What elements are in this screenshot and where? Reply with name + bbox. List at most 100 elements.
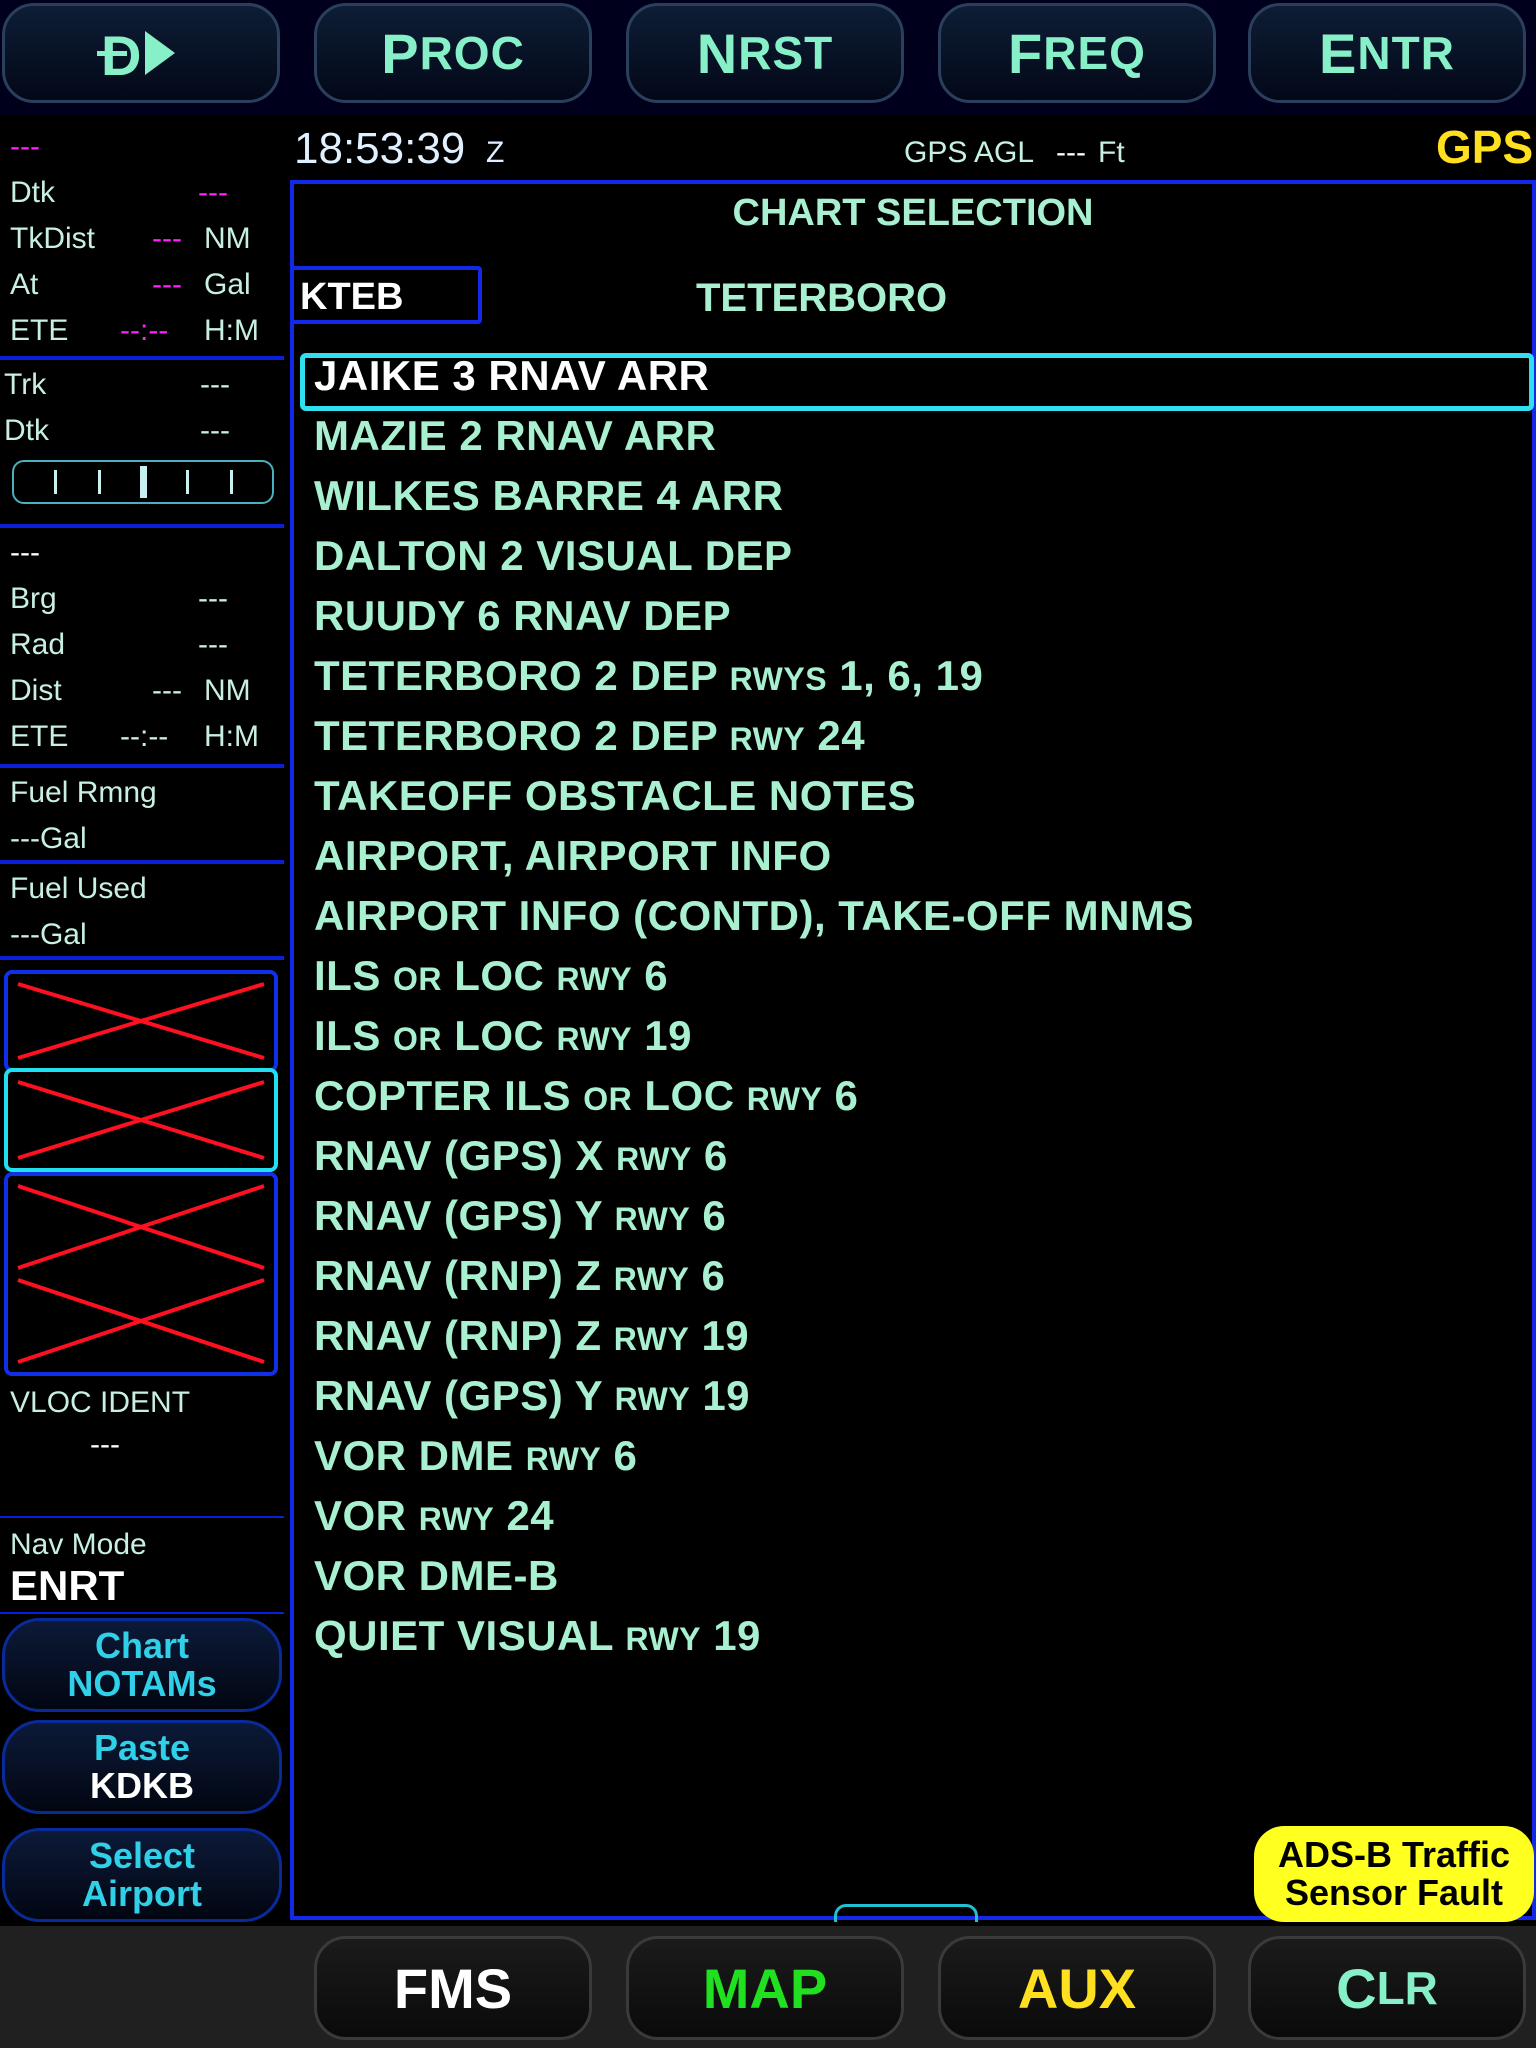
proc-button[interactable]: P ROC <box>314 3 592 103</box>
chart-list-item[interactable]: WILKES BARRE 4 ARR <box>314 472 783 520</box>
dist-unit: NM <box>204 674 251 707</box>
chart-item-main: WILKES BARRE 4 ARR <box>314 472 784 519</box>
chart-list-item[interactable]: AIRPORT, AIRPORT INFO <box>314 832 832 880</box>
direct-to-button[interactable]: D <box>2 3 280 103</box>
airport-id-value: KTEB <box>300 276 404 318</box>
chart-item-tail: 19 <box>702 1372 751 1419</box>
vloc-ident-label: VLOC IDENT <box>10 1386 191 1419</box>
divider <box>0 1516 284 1518</box>
invalid-x-icon <box>17 1184 265 1364</box>
paste-label: Paste <box>93 1727 191 1768</box>
waypoint-row: --- <box>10 130 280 170</box>
chart-item-main: ILS <box>314 952 381 999</box>
nav2-row: --- <box>10 536 280 576</box>
chart-list-item[interactable]: QUIET VISUAL RWY 19 <box>314 1612 761 1660</box>
nav-mode-label: Nav Mode <box>10 1528 147 1561</box>
paste-button[interactable]: Paste KDKB <box>2 1720 282 1814</box>
chart-item-tail: 19 <box>713 1612 761 1659</box>
chart-list-item[interactable]: RUUDY 6 RNAV DEP <box>314 592 731 640</box>
chart-item-tail2: 6 <box>644 952 669 999</box>
fuel-used-value: ---Gal <box>10 918 87 951</box>
chart-list-item[interactable]: ILS OR LOC RWY 19 <box>314 1012 692 1060</box>
chart-item-main: RNAV (RNP) Z <box>314 1252 602 1299</box>
chart-item-sc: OR <box>393 961 443 997</box>
chart-selection-title: CHART SELECTION <box>732 192 1094 234</box>
fuel-used-row: Fuel Used <box>10 872 280 912</box>
alert-line1: ADS-B Traffic <box>1277 1834 1511 1875</box>
invalid-instrument-box-selected[interactable] <box>4 1068 278 1172</box>
chart-list-item[interactable]: VOR DME RWY 6 <box>314 1432 637 1480</box>
brg-label: Brg <box>10 582 57 615</box>
chart-list-item[interactable]: COPTER ILS OR LOC RWY 6 <box>314 1072 858 1120</box>
utc-time: 18:53:39 <box>294 124 466 173</box>
chart-item-sc: RWY <box>614 1381 691 1417</box>
chart-list-item[interactable]: VOR RWY 24 <box>314 1492 554 1540</box>
chart-item-tail: LOC <box>454 1012 545 1059</box>
dtk-value: --- <box>198 176 228 209</box>
chart-item-main: MAZIE 2 RNAV ARR <box>314 412 717 459</box>
chart-item-sc: RWYS <box>729 661 828 697</box>
freq-button[interactable]: F REQ <box>938 3 1216 103</box>
chart-item-sc: RWY <box>614 1201 691 1237</box>
chart-item-tail: 24 <box>506 1492 555 1539</box>
chart-list-item[interactable]: RNAV (GPS) Y RWY 6 <box>314 1192 726 1240</box>
adsb-alert-badge[interactable]: ADS-B Traffic Sensor Fault <box>1254 1826 1534 1922</box>
dtk2-row: Dtk --- <box>4 414 274 454</box>
chart-item-sc: RWY <box>613 1321 690 1357</box>
ete-value: --:-- <box>120 314 169 347</box>
chart-list-item[interactable]: TAKEOFF OBSTACLE NOTES <box>314 772 916 820</box>
invalid-instrument-box-large[interactable] <box>4 1172 278 1376</box>
vloc-ident-row: VLOC IDENT <box>10 1386 280 1426</box>
fuel-rmng-row: Fuel Rmng <box>10 776 280 816</box>
fuel-used-value-row: ---Gal <box>10 918 280 958</box>
chart-list-item[interactable]: RNAV (GPS) X RWY 6 <box>314 1132 728 1180</box>
dtk-label: Dtk <box>10 176 55 209</box>
chart-list-item[interactable]: RNAV (RNP) Z RWY 19 <box>314 1312 749 1360</box>
invalid-instrument-box[interactable] <box>4 970 278 1072</box>
chart-list-item[interactable]: ILS OR LOC RWY 6 <box>314 952 668 1000</box>
scroll-tab[interactable] <box>834 1904 978 1922</box>
divider <box>0 1612 284 1614</box>
chart-list-item[interactable]: AIRPORT INFO (CONTD), TAKE-OFF MNMS <box>314 892 1194 940</box>
left-data-panel: --- Dtk --- TkDist --- NM At --- Gal ETE --:--… <box>0 116 284 1926</box>
clr-button[interactable]: C LR <box>1248 1936 1526 2040</box>
chart-item-sc: RWY <box>729 721 806 757</box>
chart-notams-line1: Chart <box>94 1625 189 1666</box>
chart-list-item[interactable]: TETERBORO 2 DEP RWY 24 <box>314 712 865 760</box>
gps-agl-value: --- <box>1056 136 1086 169</box>
vloc-ident-value-row: --- <box>10 1428 280 1468</box>
chart-list-item[interactable]: MAZIE 2 RNAV ARR <box>314 412 716 460</box>
fuel-used-label: Fuel Used <box>10 872 147 905</box>
airport-id-field[interactable]: KTEB <box>290 266 482 324</box>
map-button[interactable]: MAP <box>626 1936 904 2040</box>
nrst-button[interactable]: N RST <box>626 3 904 103</box>
chart-item-main: QUIET VISUAL <box>314 1612 614 1659</box>
chart-list-item[interactable]: TETERBORO 2 DEP RWYS 1, 6, 19 <box>314 652 983 700</box>
ete-label: ETE <box>10 314 69 347</box>
chart-item-sc2: RWY <box>746 1081 823 1117</box>
chart-item-tail2: 19 <box>644 1012 692 1059</box>
bottom-softkey-bar: FMS MAP AUX C LR <box>0 1926 1536 2048</box>
entr-button[interactable]: E NTR <box>1248 3 1526 103</box>
chart-list-item[interactable]: RNAV (RNP) Z RWY 6 <box>314 1252 725 1300</box>
status-line: 18:53:39 Z GPS AGL --- Ft GPS <box>290 120 1536 180</box>
chart-list-item[interactable]: DALTON 2 VISUAL DEP <box>314 532 793 580</box>
chart-list-item[interactable]: JAIKE 3 RNAV ARR <box>314 352 709 400</box>
dist-row: Dist --- NM <box>10 674 280 714</box>
direct-to-icon: D <box>97 24 181 87</box>
aux-button[interactable]: AUX <box>938 1936 1216 2040</box>
gps-agl-unit: Ft <box>1098 136 1125 169</box>
invalid-x-icon <box>17 982 265 1060</box>
chart-list-item[interactable]: RNAV (GPS) Y RWY 19 <box>314 1372 750 1420</box>
chart-item-main: TETERBORO 2 DEP <box>314 652 718 699</box>
paste-value: KDKB <box>90 1765 194 1806</box>
chart-item-sc2: RWY <box>556 961 633 997</box>
rad-value: --- <box>198 628 228 661</box>
chart-item-main: RNAV (GPS) Y <box>314 1192 603 1239</box>
chart-list-item[interactable]: VOR DME-B <box>314 1552 559 1600</box>
chart-notams-button[interactable]: Chart NOTAMs <box>2 1618 282 1712</box>
select-airport-button[interactable]: Select Airport <box>2 1828 282 1922</box>
chart-item-tail: LOC <box>644 1072 735 1119</box>
chart-item-tail: 6 <box>613 1432 638 1479</box>
fms-button[interactable]: FMS <box>314 1936 592 2040</box>
